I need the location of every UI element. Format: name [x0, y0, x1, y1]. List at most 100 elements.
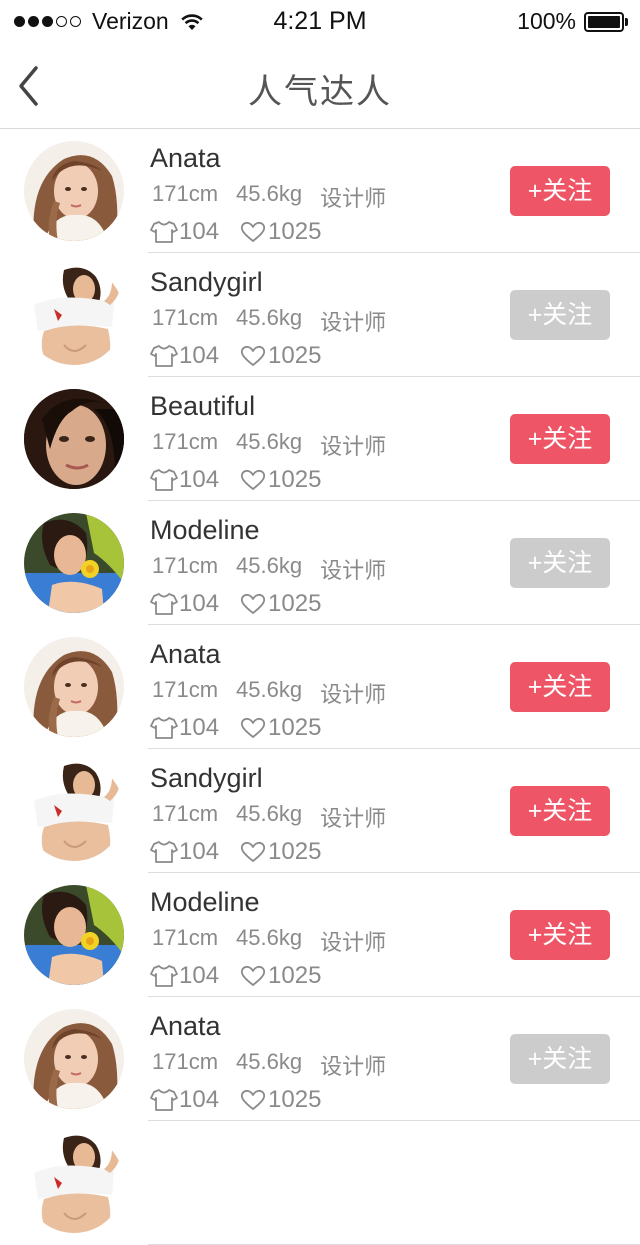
outfit-stat: 104 [150, 714, 219, 742]
outfit-count: 104 [179, 962, 220, 989]
user-job: 设计师 [320, 186, 387, 211]
shirt-icon [150, 840, 178, 864]
user-meta: 171cm 45.6kg 设计师 [152, 925, 404, 957]
avatar[interactable] [24, 1133, 124, 1233]
user-meta: 171cm 45.6kg 设计师 [152, 677, 404, 709]
list-item[interactable] [0, 1121, 640, 1245]
heart-icon [239, 964, 267, 988]
list-item[interactable]: Beautiful 171cm 45.6kg 设计师 104 1025 +关注 [0, 377, 640, 501]
list-item[interactable]: Sandygirl 171cm 45.6kg 设计师 104 1025 +关注 [0, 253, 640, 377]
user-stats: 104 1025 [150, 1086, 341, 1114]
status-bar: Verizon 4:21 PM 100% [0, 0, 640, 44]
follow-button[interactable]: +关注 [510, 166, 610, 216]
heart-icon [239, 468, 267, 492]
user-meta: 171cm 45.6kg 设计师 [152, 801, 404, 833]
user-height: 171cm [152, 429, 219, 454]
heart-icon [239, 220, 267, 244]
follow-button[interactable]: +关注 [510, 662, 610, 712]
heart-icon [239, 716, 267, 740]
like-stat: 1025 [239, 962, 321, 990]
list-item[interactable]: Anata 171cm 45.6kg 设计师 104 1025 +关注 [0, 625, 640, 749]
user-job: 设计师 [320, 682, 387, 707]
outfit-stat: 104 [150, 1086, 219, 1114]
like-count: 1025 [268, 466, 322, 493]
user-name: Modeline [150, 515, 260, 545]
user-name: Beautiful [150, 391, 256, 421]
battery-percentage: 100% [517, 8, 576, 34]
page-title: 人气达人 [248, 73, 392, 111]
user-stats: 104 1025 [150, 962, 341, 990]
user-height: 171cm [152, 677, 219, 702]
like-stat: 1025 [239, 714, 321, 742]
outfit-count: 104 [179, 1086, 220, 1113]
battery-icon [584, 11, 628, 32]
user-weight: 45.6kg [236, 181, 303, 206]
user-height: 171cm [152, 801, 219, 826]
like-count: 1025 [268, 590, 322, 617]
avatar[interactable] [24, 513, 124, 613]
nav-bar: 人气达人 [0, 44, 640, 129]
avatar[interactable] [24, 389, 124, 489]
user-meta: 171cm 45.6kg 设计师 [152, 429, 404, 461]
user-meta: 171cm 45.6kg 设计师 [152, 305, 404, 337]
outfit-count: 104 [179, 838, 220, 865]
user-weight: 45.6kg [236, 553, 303, 578]
like-count: 1025 [268, 838, 322, 865]
follow-button[interactable]: +关注 [510, 786, 610, 836]
follow-button[interactable]: +关注 [510, 538, 610, 588]
follow-button[interactable]: +关注 [510, 414, 610, 464]
like-count: 1025 [268, 1086, 322, 1113]
avatar[interactable] [24, 761, 124, 861]
heart-icon [239, 1088, 267, 1112]
user-list: Anata 171cm 45.6kg 设计师 104 1025 +关注 Sand… [0, 129, 640, 1245]
user-name: Anata [150, 143, 221, 173]
shirt-icon [150, 716, 178, 740]
user-weight: 45.6kg [236, 305, 303, 330]
outfit-count: 104 [179, 590, 220, 617]
follow-button[interactable]: +关注 [510, 910, 610, 960]
follow-button[interactable]: +关注 [510, 1034, 610, 1084]
shirt-icon [150, 344, 178, 368]
outfit-stat: 104 [150, 838, 219, 866]
user-weight: 45.6kg [236, 429, 303, 454]
user-weight: 45.6kg [236, 925, 303, 950]
user-weight: 45.6kg [236, 801, 303, 826]
user-stats: 104 1025 [150, 838, 341, 866]
status-right: 100% [517, 8, 628, 35]
user-weight: 45.6kg [236, 677, 303, 702]
user-name: Anata [150, 639, 221, 669]
user-job: 设计师 [320, 310, 387, 335]
avatar[interactable] [24, 885, 124, 985]
user-weight: 45.6kg [236, 1049, 303, 1074]
avatar[interactable] [24, 141, 124, 241]
avatar[interactable] [24, 265, 124, 365]
list-item[interactable]: Anata 171cm 45.6kg 设计师 104 1025 +关注 [0, 997, 640, 1121]
list-item[interactable]: Modeline 171cm 45.6kg 设计师 104 1025 +关注 [0, 501, 640, 625]
like-stat: 1025 [239, 466, 321, 494]
shirt-icon [150, 964, 178, 988]
heart-icon [239, 344, 267, 368]
user-stats: 104 1025 [150, 714, 341, 742]
user-height: 171cm [152, 181, 219, 206]
user-name: Anata [150, 1011, 221, 1041]
follow-button[interactable]: +关注 [510, 290, 610, 340]
avatar[interactable] [24, 1009, 124, 1109]
user-stats: 104 1025 [150, 342, 341, 370]
list-item[interactable]: Modeline 171cm 45.6kg 设计师 104 1025 +关注 [0, 873, 640, 997]
user-job: 设计师 [320, 558, 387, 583]
user-job: 设计师 [320, 806, 387, 831]
user-meta: 171cm 45.6kg 设计师 [152, 181, 404, 213]
like-count: 1025 [268, 342, 322, 369]
list-item[interactable]: Anata 171cm 45.6kg 设计师 104 1025 +关注 [0, 129, 640, 253]
outfit-stat: 104 [150, 342, 219, 370]
user-job: 设计师 [320, 930, 387, 955]
heart-icon [239, 592, 267, 616]
outfit-stat: 104 [150, 466, 219, 494]
user-stats: 104 1025 [150, 590, 341, 618]
like-count: 1025 [268, 218, 322, 245]
shirt-icon [150, 592, 178, 616]
outfit-count: 104 [179, 466, 220, 493]
like-stat: 1025 [239, 838, 321, 866]
avatar[interactable] [24, 637, 124, 737]
list-item[interactable]: Sandygirl 171cm 45.6kg 设计师 104 1025 +关注 [0, 749, 640, 873]
